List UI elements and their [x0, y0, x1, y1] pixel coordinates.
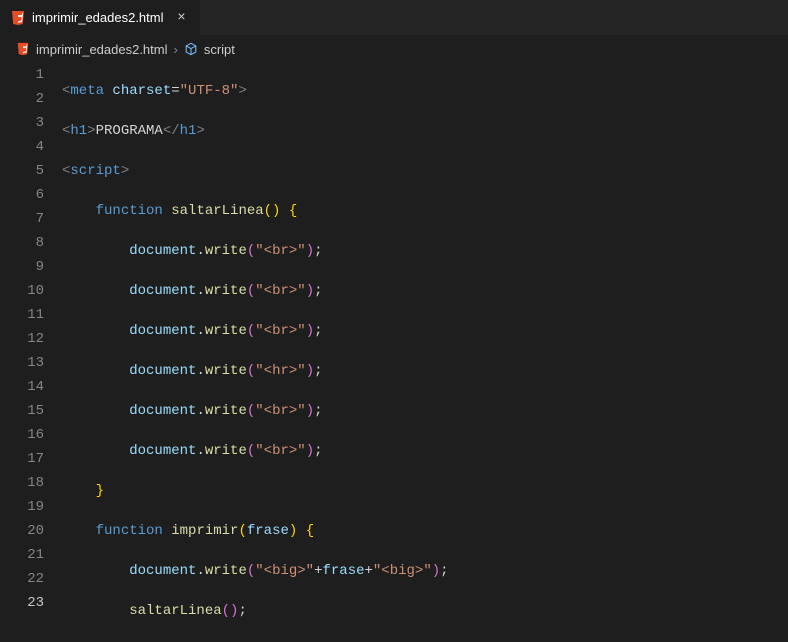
code-line: document.write("<br>");: [62, 439, 788, 463]
line-number: 16: [0, 423, 44, 447]
line-number: 12: [0, 327, 44, 351]
line-number: 4: [0, 135, 44, 159]
code-line: function imprimir(frase) {: [62, 519, 788, 543]
line-number: 10: [0, 279, 44, 303]
code-line: <h1>PROGRAMA</h1>: [62, 119, 788, 143]
code-line: document.write("<br>");: [62, 279, 788, 303]
code-line: saltarLinea();: [62, 599, 788, 623]
symbol-icon: [184, 42, 198, 56]
code-line: function saltarLinea() {: [62, 199, 788, 223]
line-number-gutter: 1 2 3 4 5 6 7 8 9 10 11 12 13 14 15 16 1…: [0, 63, 62, 642]
code-line: document.write("<big>"+frase+"<big>");: [62, 559, 788, 583]
code-line: <script>: [62, 159, 788, 183]
tab-bar: imprimir_edades2.html ×: [0, 0, 788, 35]
line-number: 18: [0, 471, 44, 495]
breadcrumb-file: imprimir_edades2.html: [36, 42, 168, 57]
code-line: document.write("<br>");: [62, 399, 788, 423]
code-editor[interactable]: 1 2 3 4 5 6 7 8 9 10 11 12 13 14 15 16 1…: [0, 63, 788, 642]
html-file-icon: [16, 42, 30, 56]
line-number: 6: [0, 183, 44, 207]
line-number: 7: [0, 207, 44, 231]
line-number: 9: [0, 255, 44, 279]
code-line: document.write("<hr>");: [62, 359, 788, 383]
tab-filename: imprimir_edades2.html: [32, 10, 164, 25]
editor-tab[interactable]: imprimir_edades2.html ×: [0, 0, 201, 35]
breadcrumb-symbol: script: [204, 42, 235, 57]
line-number: 21: [0, 543, 44, 567]
line-number: 8: [0, 231, 44, 255]
chevron-right-icon: ›: [174, 42, 178, 57]
line-number: 22: [0, 567, 44, 591]
breadcrumb[interactable]: imprimir_edades2.html › script: [0, 35, 788, 63]
code-line: }: [62, 479, 788, 503]
line-number: 20: [0, 519, 44, 543]
line-number: 14: [0, 375, 44, 399]
line-number: 5: [0, 159, 44, 183]
code-line: document.write("<br>");: [62, 239, 788, 263]
line-number: 1: [0, 63, 44, 87]
code-line: <meta charset="UTF-8">: [62, 79, 788, 103]
code-line: document.write("<br>");: [62, 319, 788, 343]
line-number: 15: [0, 399, 44, 423]
line-number: 3: [0, 111, 44, 135]
close-icon[interactable]: ×: [174, 10, 190, 26]
line-number: 19: [0, 495, 44, 519]
line-number: 2: [0, 87, 44, 111]
html-file-icon: [10, 10, 26, 26]
line-number: 13: [0, 351, 44, 375]
code-content[interactable]: <meta charset="UTF-8"> <h1>PROGRAMA</h1>…: [62, 63, 788, 642]
line-number: 23: [0, 591, 44, 615]
line-number: 17: [0, 447, 44, 471]
line-number: 11: [0, 303, 44, 327]
